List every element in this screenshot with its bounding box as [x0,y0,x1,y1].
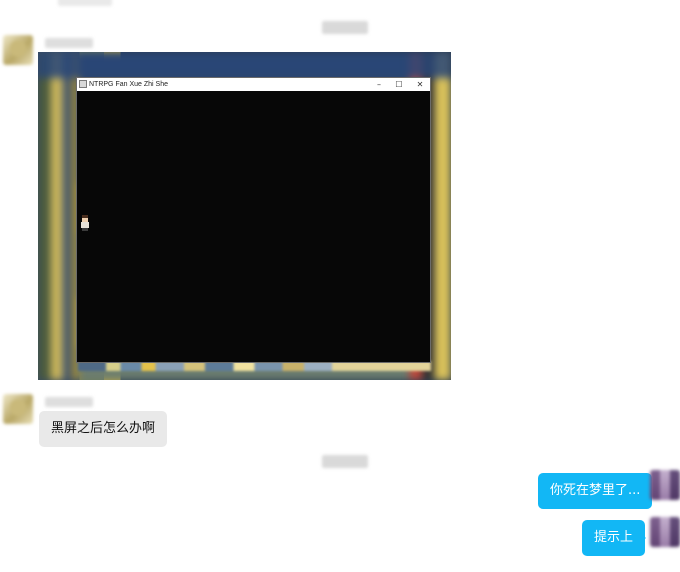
my-avatar[interactable] [650,470,680,500]
app-icon [79,80,87,88]
outgoing-message-bubble[interactable]: 你死在梦里了... [538,473,653,509]
sender-avatar[interactable] [3,35,33,65]
sender-avatar[interactable] [3,394,33,424]
desktop-taskbar [78,361,431,371]
blurred-previous-message [58,0,112,6]
incoming-message-bubble[interactable]: 黑屏之后怎么办啊 [39,411,168,447]
close-icon: ✕ [416,80,424,89]
player-sprite [79,215,91,231]
game-titlebar: NTRPG Fan Xue Zhi She – ☐ ✕ [77,78,430,91]
game-window-title: NTRPG Fan Xue Zhi She [89,81,168,88]
bubble-tail [640,486,646,496]
maximize-icon: ☐ [395,80,403,89]
minimize-icon: – [377,80,381,89]
timestamp-blurred [322,21,368,34]
timestamp-blurred [322,455,368,468]
bubble-tail [640,533,646,543]
game-canvas-black [77,91,430,362]
sender-name-blurred [45,38,93,48]
chat-window: NTRPG Fan Xue Zhi She – ☐ ✕ 黑屏之后怎么办啊 你死在… [0,0,680,572]
screenshot-image-message[interactable]: NTRPG Fan Xue Zhi She – ☐ ✕ [38,52,451,380]
game-window: NTRPG Fan Xue Zhi She – ☐ ✕ [77,78,430,362]
outgoing-message-bubble[interactable]: 提示上 [582,520,646,556]
my-avatar[interactable] [650,517,680,547]
sender-name-blurred [45,397,93,407]
